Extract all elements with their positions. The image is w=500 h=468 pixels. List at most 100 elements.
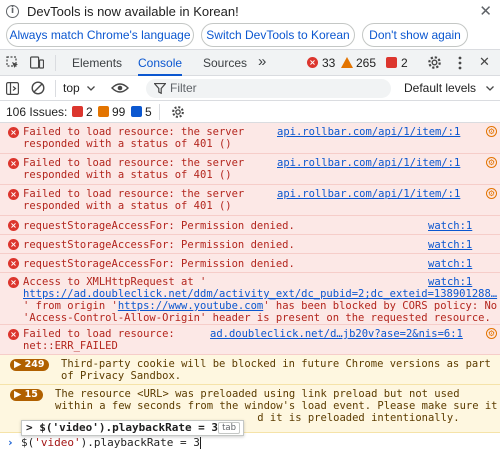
infobar-message-row: i DevTools is now available in Korean! [6,3,239,19]
issue-warning-count[interactable]: 99 [112,105,125,119]
warning-count[interactable]: 265 [356,56,376,70]
settings-gear-icon[interactable] [427,55,442,70]
console-warning-group[interactable]: ▶ 249 Third-party cookie will be blocked… [0,355,500,385]
blocked-request-url[interactable]: https://ad.doubleclick.net/ddm/activity_… [23,288,497,300]
prompt-chevron-icon: › [7,436,14,449]
tab-elements[interactable]: Elements [72,50,122,76]
message-source-link[interactable]: watch:1 [428,276,472,288]
message-source-link[interactable]: api.rollbar.com/api/1/item/:1 [277,188,460,200]
prompt-code: $( [21,436,35,449]
live-expression-eye-icon[interactable] [111,82,129,94]
close-icon[interactable]: ✕ [479,2,492,20]
close-devtools-icon[interactable]: ✕ [479,55,490,70]
info-icon: i [6,4,19,18]
error-icon: × [8,189,19,200]
error-icon: × [8,127,19,138]
error-icon: × [8,220,19,231]
console-settings-gear-icon[interactable] [171,105,185,119]
network-request-icon[interactable]: ⚙ [486,157,497,168]
message-text-line: ' from origin 'https://www.youtube.com' … [23,300,497,312]
error-count[interactable]: 33 [322,56,335,70]
issue-warning-icon[interactable] [98,106,109,117]
warning-repeat-badge[interactable]: ▶ 249 [10,359,50,371]
more-tabs-icon[interactable]: » [258,50,266,76]
issue-info-count[interactable]: 5 [145,105,152,119]
filter-placeholder: Filter [170,81,197,95]
chevron-down-icon[interactable] [486,86,494,91]
message-text: Access to XMLHttpRequest at ' [23,276,207,288]
message-text: requestStorageAccessFor: Permission deni… [23,258,295,270]
tab-divider [55,55,56,71]
error-icon: × [8,258,19,269]
error-count-icon: × [307,57,318,68]
message-source-link[interactable]: watch:1 [428,239,472,251]
message-text: responded with a status of 401 () [23,138,232,150]
clear-console-icon[interactable] [31,81,45,95]
message-text: ' from origin ' [23,300,118,312]
console-error-message: × requestStorageAccessFor: Permission de… [0,254,500,273]
always-match-language-button[interactable]: Always match Chrome's language [6,23,194,47]
more-options-icon[interactable] [458,56,462,70]
network-request-icon[interactable]: ⚙ [486,188,497,199]
message-text: responded with a status of 401 () [23,169,232,181]
console-messages: × Failed to load resource: the server re… [0,123,500,433]
message-text: Failed to load resource: [23,328,175,340]
network-request-icon[interactable]: ⚙ [486,328,497,339]
message-text: requestStorageAccessFor: Permission deni… [23,239,295,251]
issues-label: 106 Issues: [6,105,68,119]
device-toolbar-icon[interactable] [30,56,44,69]
language-infobar: i DevTools is now available in Korean! ✕… [0,0,500,50]
message-source-link[interactable]: watch:1 [428,220,472,232]
message-text: responded with a status of 401 () [23,200,232,212]
message-source-link[interactable]: api.rollbar.com/api/1/item/:1 [277,126,460,138]
message-text: net::ERR_FAILED [23,340,118,352]
error-icon: × [8,239,19,250]
prompt-code: ).playbackRate = 3 [80,436,200,449]
infobar-message: DevTools is now available in Korean! [27,3,239,19]
filter-input[interactable]: Filter [146,79,391,98]
sidebar-toggle-icon[interactable] [6,82,19,95]
message-text: Failed to load resource: the server [23,157,245,169]
issues-count[interactable]: 2 [401,56,408,70]
issue-info-icon[interactable] [131,106,142,117]
network-request-icon[interactable]: ⚙ [486,126,497,137]
tab-console[interactable]: Console [138,50,183,76]
message-text: within a few seconds from the window's l… [55,400,498,412]
warning-repeat-count: 249 [24,359,45,370]
console-toolbar: top Filter Default levels [0,76,500,101]
log-levels-dropdown[interactable]: Default levels [404,81,476,95]
console-error-message: × Failed to load resource: the server re… [0,123,500,154]
message-source-link[interactable]: ad.doubleclick.net/d…jb20v?ase=2&nis=6:1 [210,328,463,340]
error-icon: × [8,329,19,340]
toolbar-divider [55,80,56,97]
prompt-input[interactable]: $('video').playbackRate = 3 [21,436,201,450]
console-error-message: × requestStorageAccessFor: Permission de… [0,235,500,254]
message-text: Third-party cookie will be blocked in fu… [61,358,491,370]
context-selector[interactable]: top [63,81,80,95]
issue-error-icon[interactable] [72,106,83,117]
switch-to-korean-button[interactable]: Switch DevTools to Korean [201,23,355,47]
message-source-link[interactable]: watch:1 [428,258,472,270]
dont-show-again-button[interactable]: Don't show again [362,23,468,47]
warning-repeat-badge[interactable]: ▶ 15 [10,389,43,401]
message-source-link[interactable]: api.rollbar.com/api/1/item/:1 [277,157,460,169]
issue-error-count[interactable]: 2 [86,105,93,119]
prompt-string: 'video' [34,436,81,449]
message-text: Failed to load resource: the server [23,188,245,200]
inspect-element-icon[interactable] [6,56,19,69]
console-prompt[interactable]: › $('video').playbackRate = 3 [0,436,500,450]
autocomplete-suggestion[interactable]: > $('video').playbackRate = 3 tab [21,420,244,436]
origin-url-link[interactable]: https://www.youtube.com [118,300,263,312]
message-text: of Privacy Sandbox. [61,370,182,382]
console-error-message: × Failed to load resource: the server re… [0,154,500,185]
filter-icon [154,83,166,94]
suggestion-text[interactable]: > $('video').playbackRate = 3 [26,421,218,435]
chevron-down-icon[interactable] [87,86,95,91]
tab-sources[interactable]: Sources [203,50,247,76]
message-text: ' has been blocked by CORS policy: No [263,300,498,312]
warning-repeat-count: 15 [24,389,38,400]
message-text: Failed to load resource: the server [23,126,245,138]
console-error-message: × Failed to load resource: the server re… [0,185,500,216]
devtools-tabbar: Elements Console Sources » × 33 265 2 ✕ [0,50,500,76]
warning-count-icon [341,57,353,68]
